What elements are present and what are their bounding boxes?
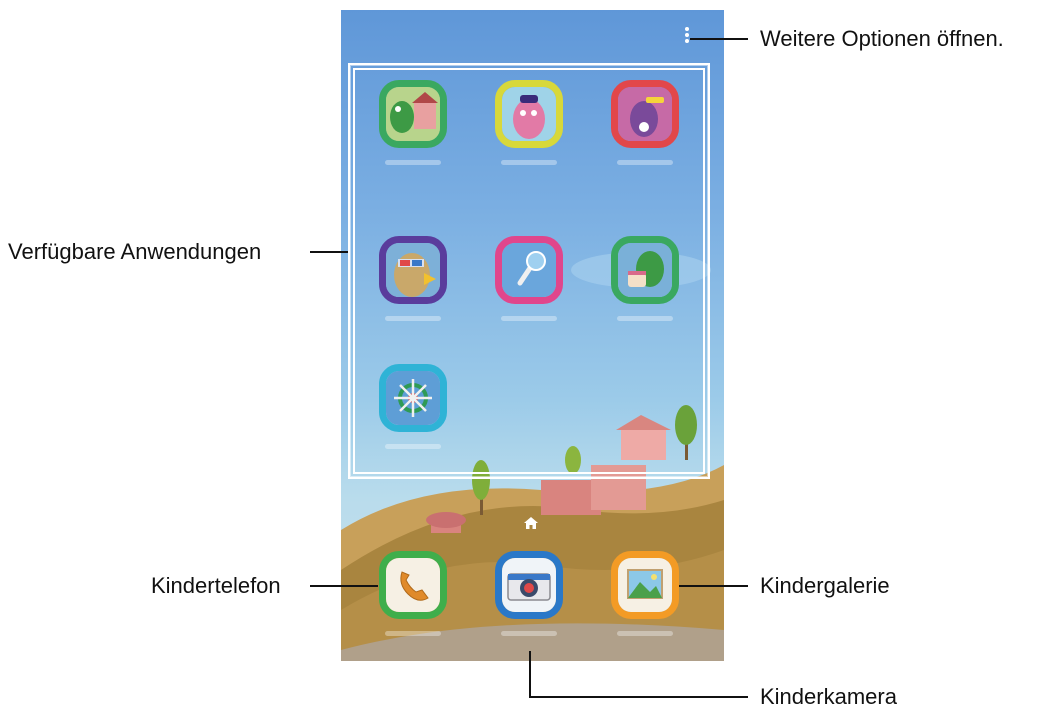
callout-kids-gallery: Kindergalerie xyxy=(760,573,890,598)
more-options-icon[interactable] xyxy=(684,26,690,44)
app-label-placeholder xyxy=(385,444,441,449)
app-dinosaur-house[interactable] xyxy=(379,80,447,148)
app-pink-creature[interactable] xyxy=(495,80,563,148)
dinosaur-sunglasses-icon xyxy=(618,87,672,141)
app-label-placeholder xyxy=(385,160,441,165)
camera-icon xyxy=(502,558,556,612)
app-dinosaur-cake[interactable] xyxy=(611,236,679,304)
pink-creature-paint-icon xyxy=(502,87,556,141)
home-icon[interactable] xyxy=(524,517,538,529)
app-label-placeholder xyxy=(617,316,673,321)
app-label-placeholder xyxy=(501,631,557,636)
app-label-placeholder xyxy=(617,631,673,636)
callout-line-available-apps xyxy=(310,251,348,253)
app-label-placeholder xyxy=(385,631,441,636)
dinosaur-cake-icon xyxy=(618,243,672,297)
kids-phone-app[interactable] xyxy=(379,551,447,619)
callout-kids-camera: Kinderkamera xyxy=(760,684,897,709)
phone-icon xyxy=(386,558,440,612)
app-label-placeholder xyxy=(501,160,557,165)
gallery-icon xyxy=(618,558,672,612)
microphone-icon xyxy=(502,243,556,297)
callout-line-kids-gallery xyxy=(679,585,748,587)
ship-wheel-icon xyxy=(386,371,440,425)
app-microphone[interactable] xyxy=(495,236,563,304)
app-label-placeholder xyxy=(617,160,673,165)
app-monster-3d[interactable] xyxy=(379,236,447,304)
app-dinosaur-sunglasses[interactable] xyxy=(611,80,679,148)
callout-line-kids-camera-vertical xyxy=(529,651,531,698)
callout-more-options: Weitere Optionen öffnen. xyxy=(760,26,1004,51)
callout-line-more-options xyxy=(690,38,748,40)
callout-line-kids-phone xyxy=(310,585,378,587)
callout-available-apps: Verfügbare Anwendungen xyxy=(8,239,262,264)
kids-gallery-app[interactable] xyxy=(611,551,679,619)
kids-camera-app[interactable] xyxy=(495,551,563,619)
app-ship-wheel[interactable] xyxy=(379,364,447,432)
monster-3d-glasses-icon xyxy=(386,243,440,297)
app-label-placeholder xyxy=(385,316,441,321)
callout-kids-phone: Kindertelefon xyxy=(151,573,281,598)
callout-line-kids-camera-horizontal xyxy=(529,696,748,698)
app-label-placeholder xyxy=(501,316,557,321)
dinosaur-house-icon xyxy=(386,87,440,141)
